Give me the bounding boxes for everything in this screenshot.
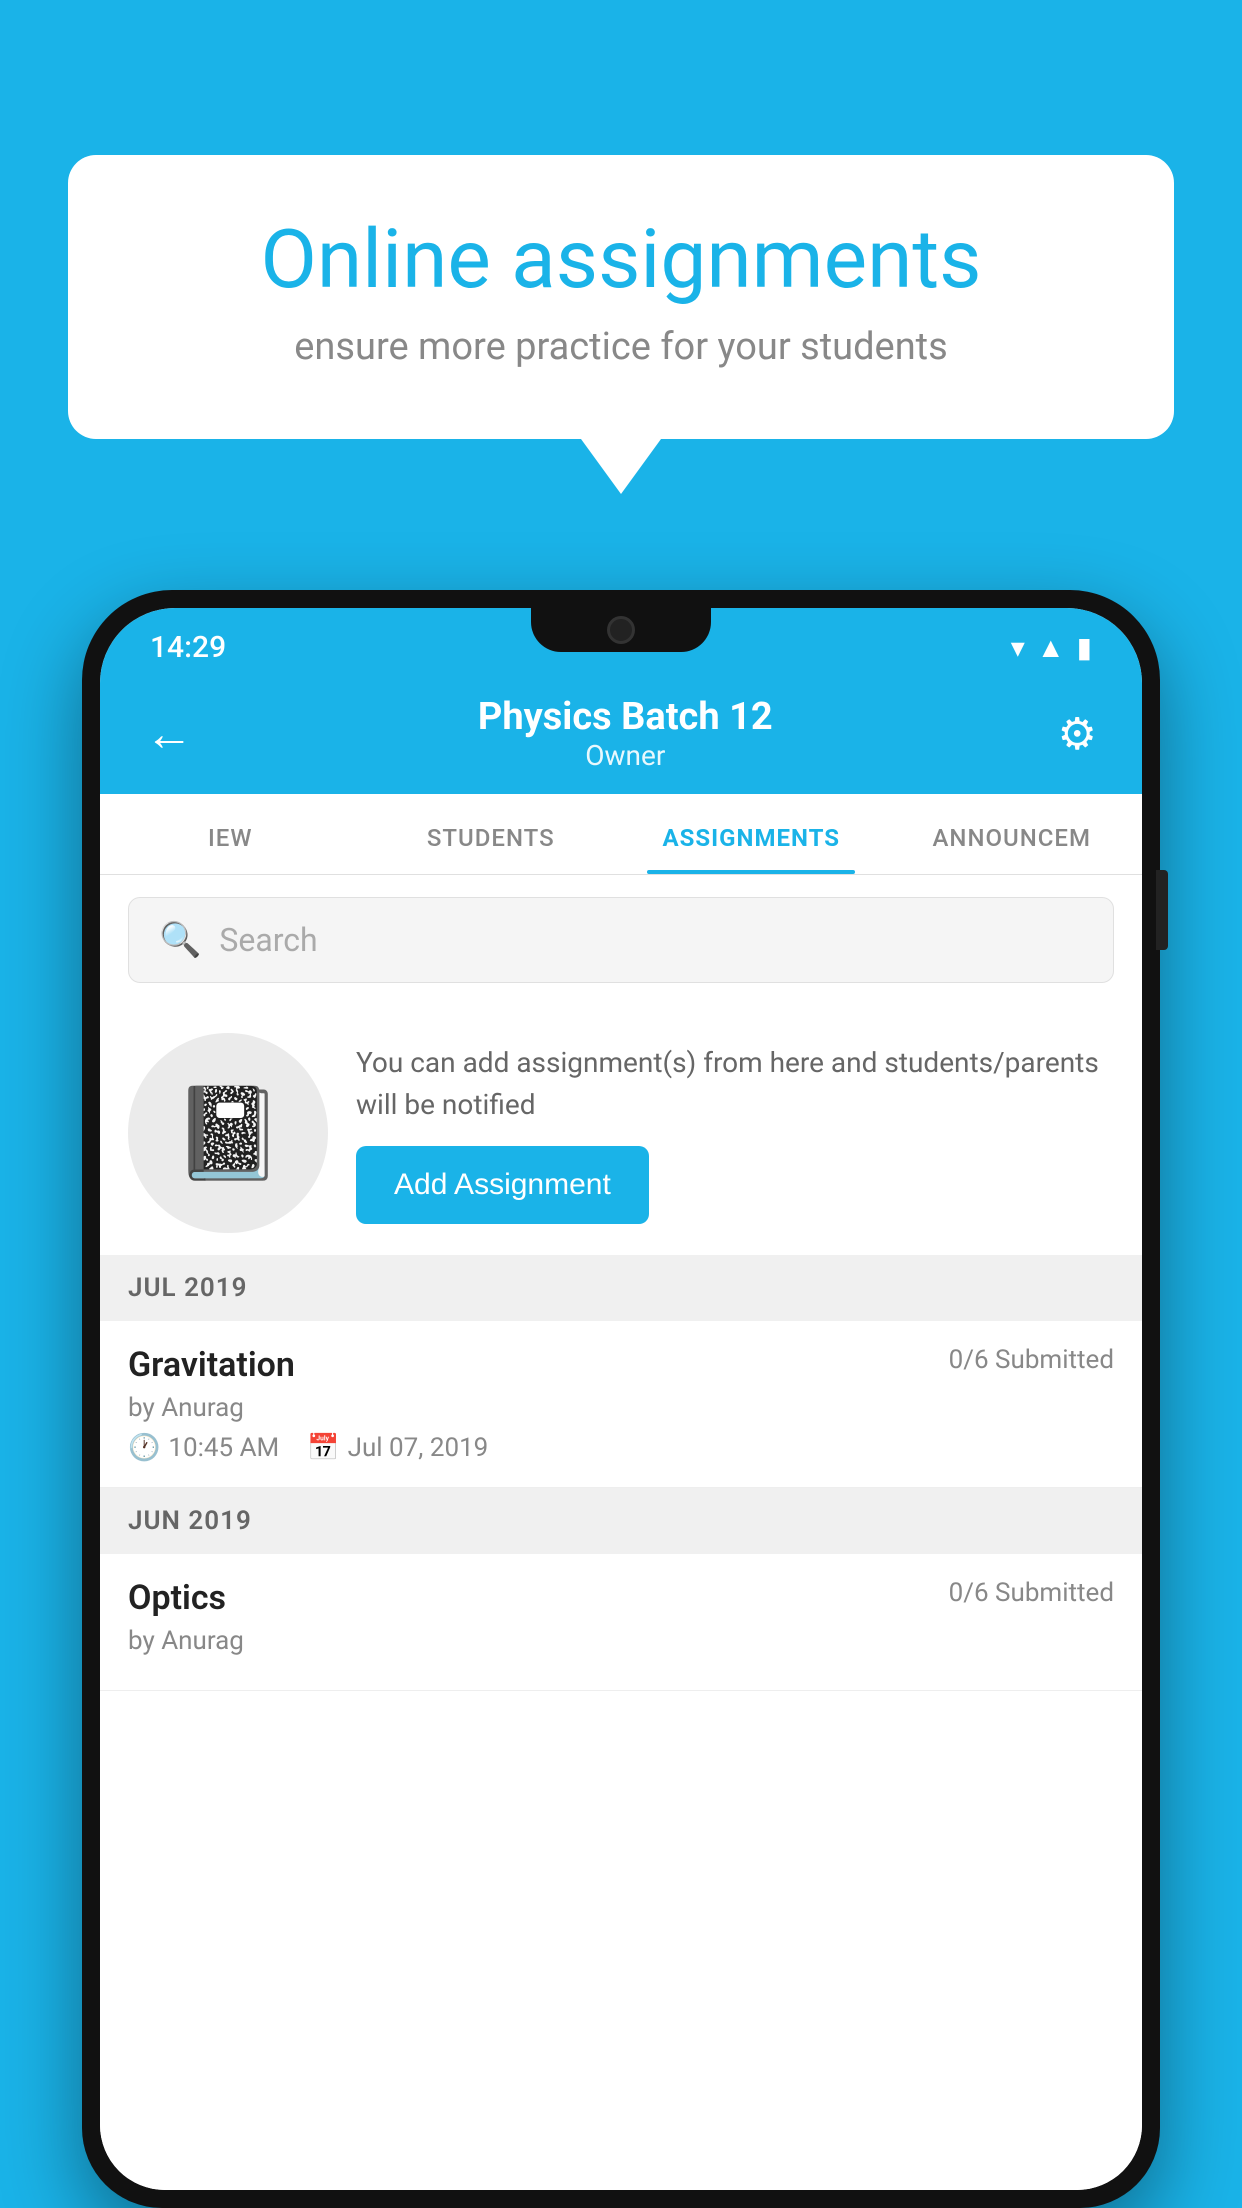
back-button[interactable]: ← bbox=[145, 705, 193, 762]
assignment-top-row: Gravitation 0/6 Submitted bbox=[128, 1345, 1114, 1385]
speech-bubble-subtitle: ensure more practice for your students bbox=[148, 325, 1094, 369]
settings-icon[interactable]: ⚙ bbox=[1058, 708, 1097, 760]
clock-icon: 🕐 bbox=[128, 1433, 160, 1463]
assignment-time: 🕐 10:45 AM bbox=[128, 1433, 279, 1463]
notebook-icon: 📓 bbox=[172, 1081, 284, 1186]
phone-notch bbox=[531, 608, 711, 652]
assignment-submitted-optics: 0/6 Submitted bbox=[949, 1578, 1114, 1608]
status-icons: ▾ ▲ ▮ bbox=[1011, 631, 1092, 664]
tab-assignments[interactable]: ASSIGNMENTS bbox=[621, 794, 882, 874]
speech-bubble-arrow bbox=[581, 439, 661, 494]
speech-bubble-title: Online assignments bbox=[148, 215, 1094, 305]
app-header: ← Physics Batch 12 Owner ⚙ bbox=[100, 677, 1142, 794]
tabs-bar: IEW STUDENTS ASSIGNMENTS ANNOUNCEM bbox=[100, 794, 1142, 875]
assignment-meta: 🕐 10:45 AM 📅 Jul 07, 2019 bbox=[128, 1433, 1114, 1463]
assignment-item-gravitation[interactable]: Gravitation 0/6 Submitted by Anurag 🕐 10… bbox=[100, 1321, 1142, 1488]
search-bar[interactable]: 🔍 Search bbox=[128, 897, 1114, 983]
header-title-container: Physics Batch 12 Owner bbox=[193, 695, 1058, 772]
assignment-name-optics: Optics bbox=[128, 1578, 226, 1618]
promo-description: You can add assignment(s) from here and … bbox=[356, 1042, 1114, 1126]
power-button bbox=[1156, 870, 1168, 950]
status-time: 14:29 bbox=[150, 630, 226, 665]
assignment-item-optics[interactable]: Optics 0/6 Submitted by Anurag bbox=[100, 1554, 1142, 1691]
promo-text-area: You can add assignment(s) from here and … bbox=[356, 1042, 1114, 1224]
assignment-date: 📅 Jul 07, 2019 bbox=[307, 1433, 488, 1463]
search-container: 🔍 Search bbox=[100, 875, 1142, 1005]
tab-announcements[interactable]: ANNOUNCEM bbox=[882, 794, 1143, 874]
batch-title: Physics Batch 12 bbox=[193, 695, 1058, 739]
assignment-name: Gravitation bbox=[128, 1345, 295, 1385]
batch-subtitle: Owner bbox=[193, 739, 1058, 772]
assignment-submitted: 0/6 Submitted bbox=[949, 1345, 1114, 1375]
section-header-jul: JUL 2019 bbox=[100, 1255, 1142, 1321]
add-assignment-button[interactable]: Add Assignment bbox=[356, 1146, 649, 1224]
phone-screen: 14:29 ▾ ▲ ▮ ← Physics Batch 12 Owner ⚙ I… bbox=[100, 608, 1142, 2190]
search-icon: 🔍 bbox=[159, 920, 201, 960]
tab-iew[interactable]: IEW bbox=[100, 794, 361, 874]
promo-section: 📓 You can add assignment(s) from here an… bbox=[100, 1005, 1142, 1255]
calendar-icon: 📅 bbox=[307, 1433, 339, 1463]
assignment-top-row-optics: Optics 0/6 Submitted bbox=[128, 1578, 1114, 1618]
phone-frame: 14:29 ▾ ▲ ▮ ← Physics Batch 12 Owner ⚙ I… bbox=[82, 590, 1160, 2208]
tab-students[interactable]: STUDENTS bbox=[361, 794, 622, 874]
wifi-icon: ▾ bbox=[1011, 631, 1025, 664]
promo-icon-circle: 📓 bbox=[128, 1033, 328, 1233]
assignment-author-optics: by Anurag bbox=[128, 1626, 1114, 1656]
front-camera bbox=[607, 616, 635, 644]
speech-bubble: Online assignments ensure more practice … bbox=[68, 155, 1174, 439]
search-input[interactable]: Search bbox=[219, 921, 317, 959]
speech-bubble-container: Online assignments ensure more practice … bbox=[68, 155, 1174, 494]
content-area: 🔍 Search 📓 You can add assignment(s) fro… bbox=[100, 875, 1142, 2190]
signal-icon: ▲ bbox=[1037, 631, 1065, 664]
battery-icon: ▮ bbox=[1077, 631, 1092, 664]
assignment-author: by Anurag bbox=[128, 1393, 1114, 1423]
section-header-jun: JUN 2019 bbox=[100, 1488, 1142, 1554]
